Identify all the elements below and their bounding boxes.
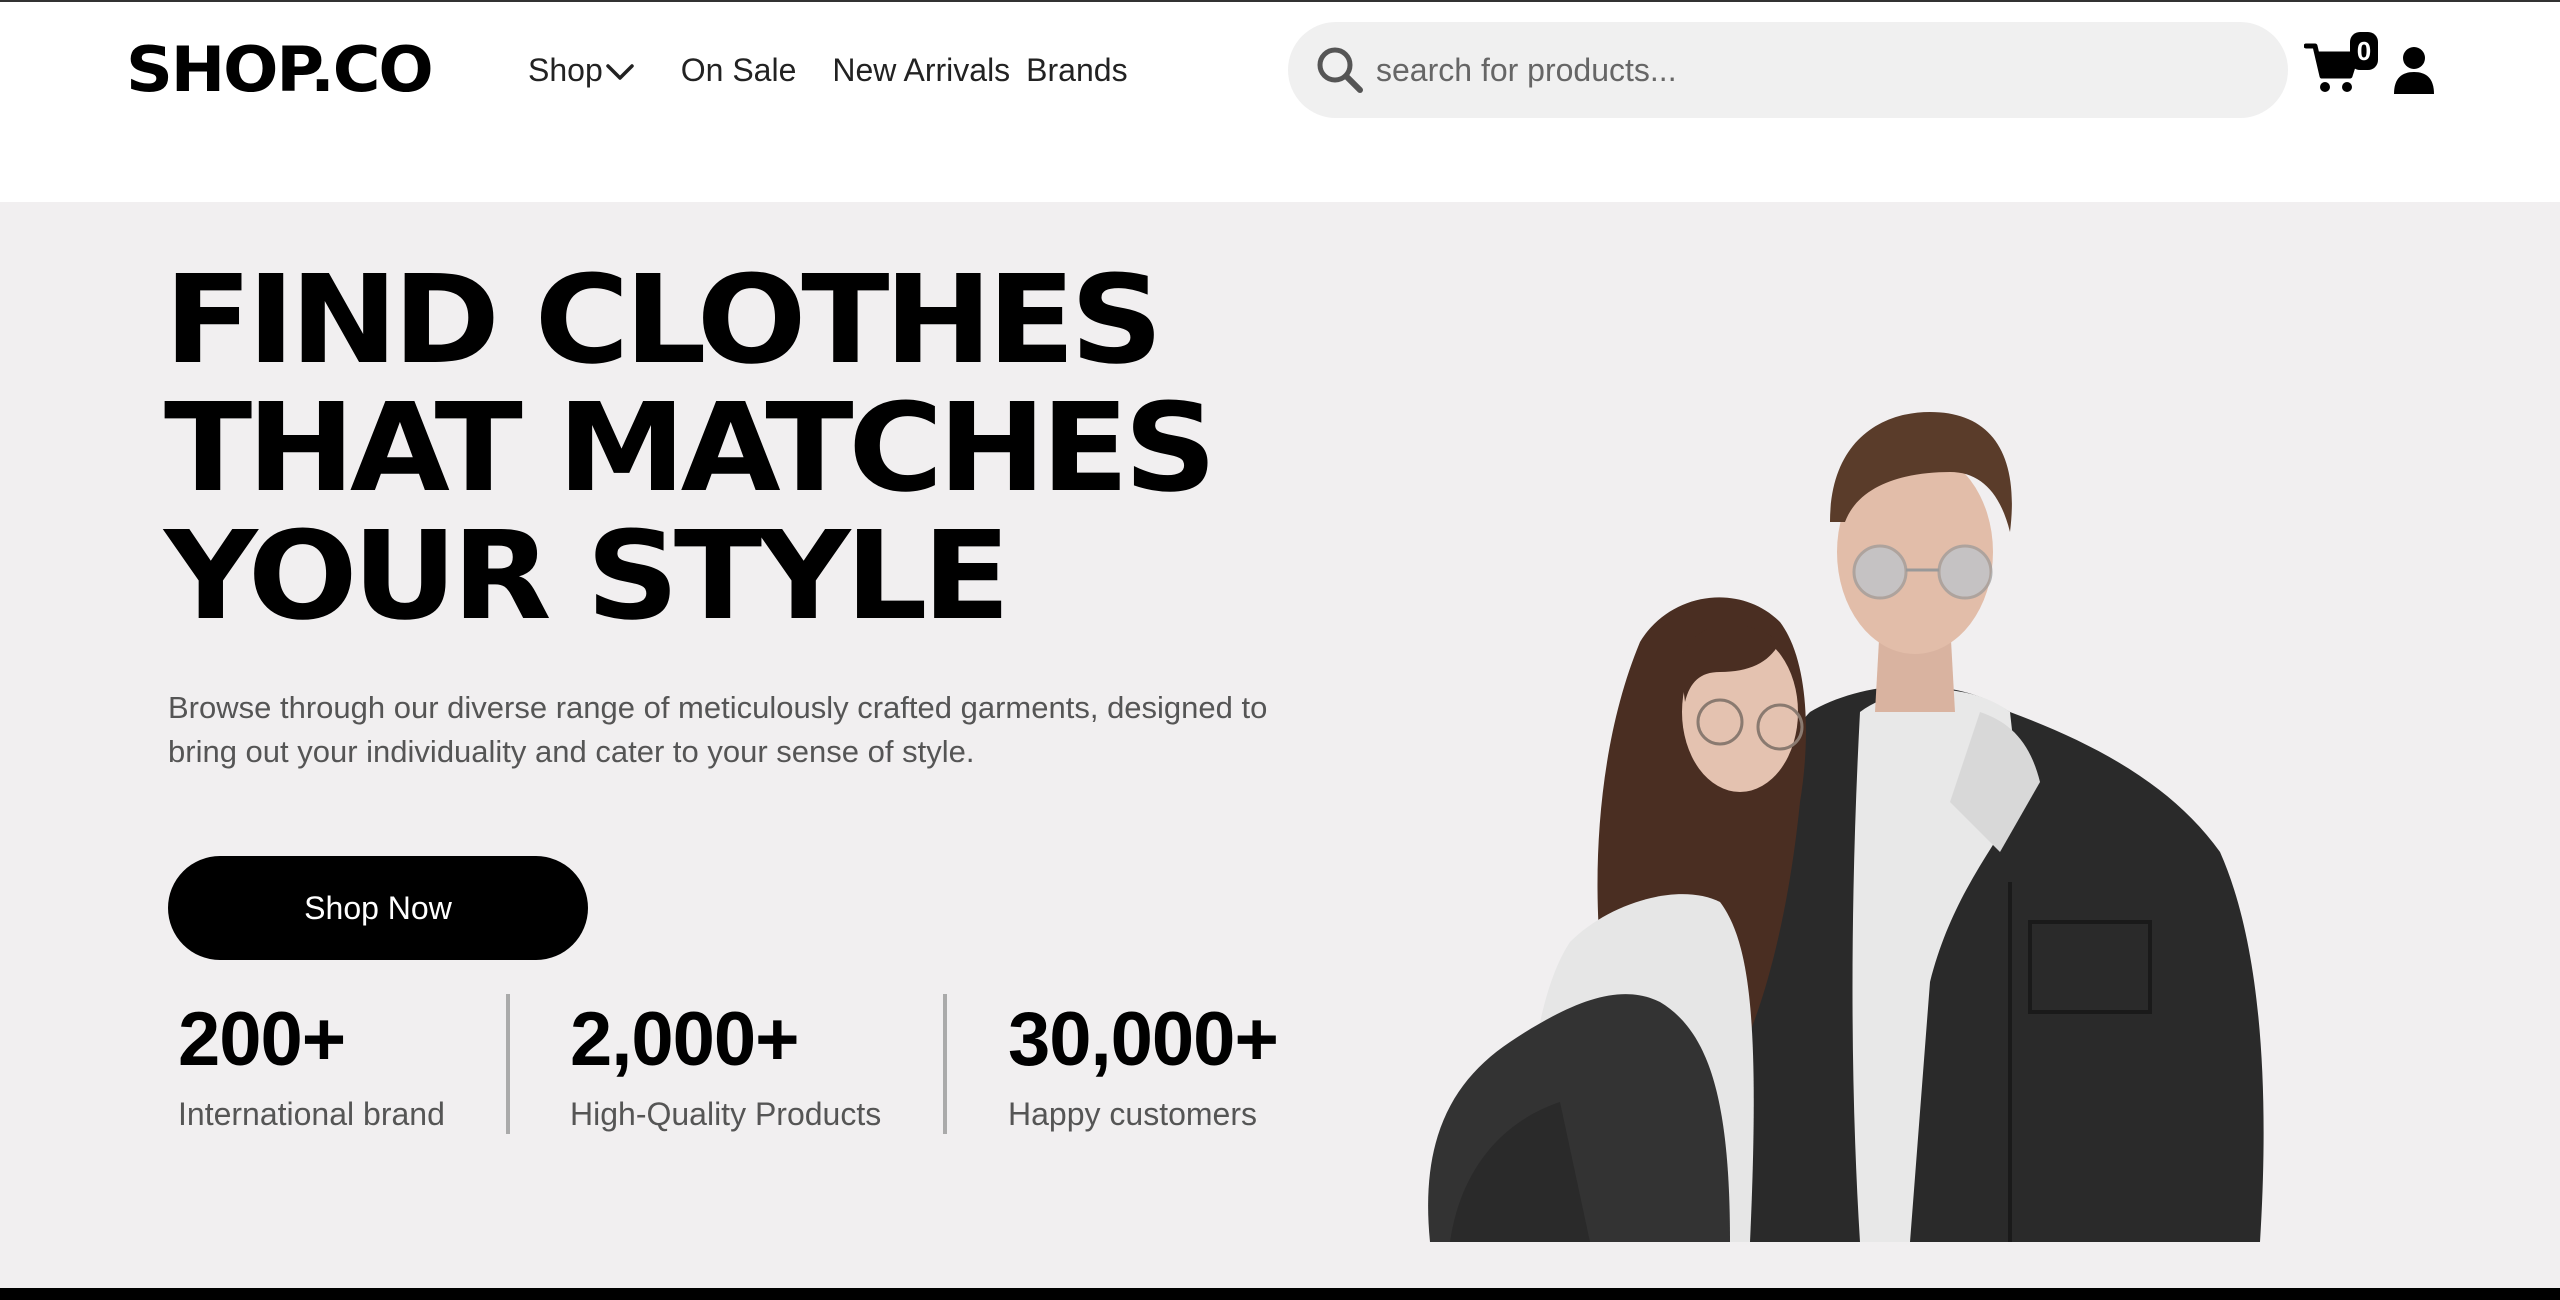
search-icon (1317, 47, 1363, 93)
nav-new-arrivals[interactable]: New Arrivals (832, 50, 1010, 90)
shop-now-button[interactable]: Shop Now (168, 856, 588, 960)
stat-label: Happy customers (1008, 1096, 1257, 1132)
hero-title: FIND CLOTHES THAT MATCHES YOUR STYLE (164, 256, 1415, 640)
search-bar[interactable] (1288, 22, 2288, 118)
nav-shop[interactable]: Shop (528, 50, 635, 90)
cart-count-badge: 0 (2350, 32, 2378, 70)
hero-title-line: YOUR STYLE (164, 505, 1011, 647)
hero-title-line: FIND CLOTHES (164, 249, 1163, 391)
nav-brands[interactable]: Brands (1026, 50, 1127, 90)
hero-description: Browse through our diverse range of meti… (168, 690, 1268, 769)
stat-label: International brand (178, 1096, 445, 1132)
stat-label: High-Quality Products (570, 1096, 882, 1132)
nav-on-sale[interactable]: On Sale (681, 50, 797, 90)
bottom-bar (0, 1288, 2560, 1300)
hero-couple-image (1428, 412, 2264, 1242)
stat-products: 2,000+ High-Quality Products (570, 992, 881, 1134)
stat-value: 200+ (178, 997, 346, 1082)
search-input[interactable] (1376, 44, 2256, 96)
stat-divider (506, 994, 510, 1134)
user-icon[interactable] (2392, 46, 2436, 94)
nav-shop-label: Shop (528, 52, 603, 88)
stat-divider (943, 994, 947, 1134)
stat-brands: 200+ International brand (178, 992, 445, 1134)
site-header: SHOP.CO Shop On Sale New Arrivals Brands… (0, 2, 2560, 202)
logo[interactable]: SHOP.CO (126, 32, 434, 108)
stat-customers: 30,000+ Happy customers (1008, 992, 1279, 1134)
chevron-down-icon (605, 64, 634, 80)
stat-value: 2,000+ (570, 997, 800, 1082)
hero-title-line: THAT MATCHES (164, 377, 1217, 519)
stat-value: 30,000+ (1008, 997, 1279, 1082)
hero-section: FIND CLOTHES THAT MATCHES YOUR STYLE Bro… (0, 202, 2560, 1288)
main-nav: Shop On Sale New Arrivals Brands (528, 50, 1128, 90)
